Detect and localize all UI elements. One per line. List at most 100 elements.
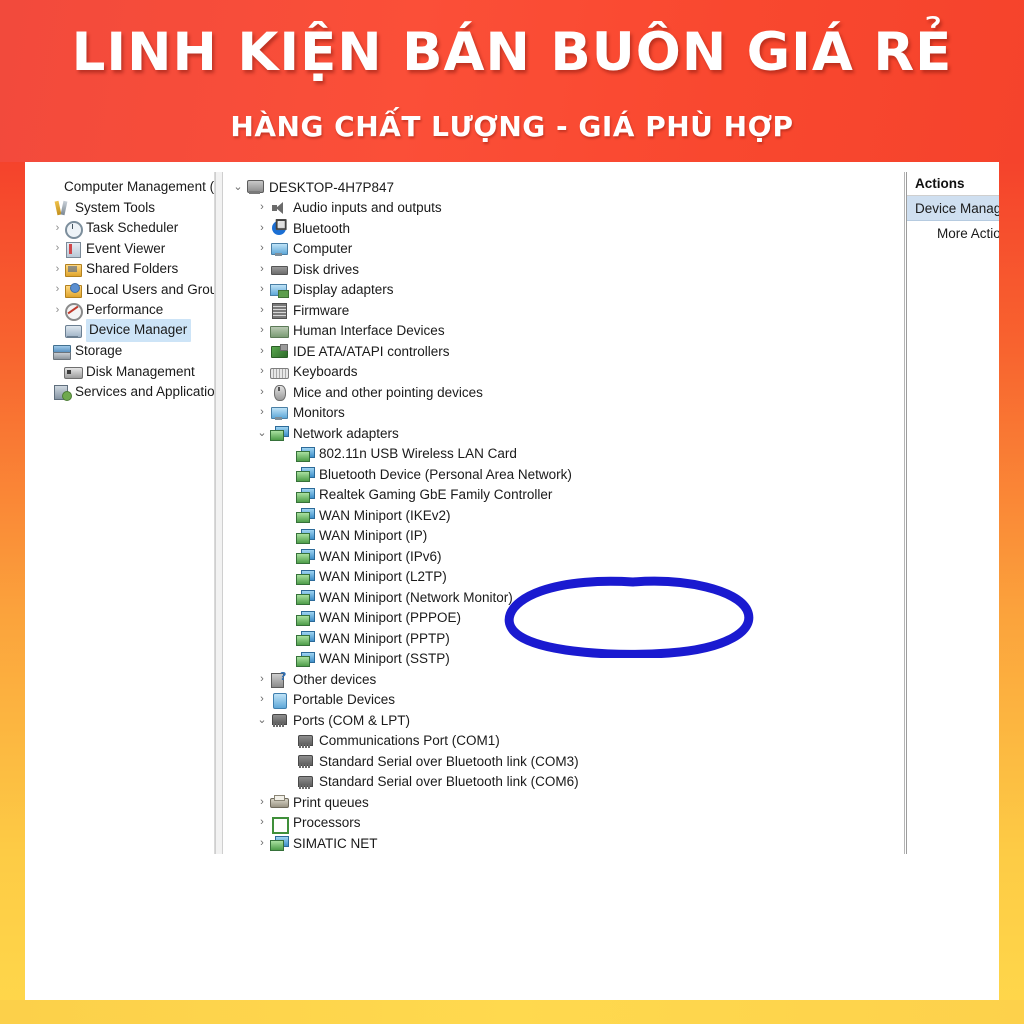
- device-tree-item[interactable]: › Human Interface Devices: [228, 321, 904, 342]
- device-tree-item[interactable]: › Mice and other pointing devices: [228, 382, 904, 403]
- device-tree-item[interactable]: › Print queues: [228, 792, 904, 813]
- frame-bottom-border: [0, 1000, 1024, 1024]
- chevron-right-icon[interactable]: ›: [254, 366, 270, 377]
- chevron-right-icon[interactable]: ›: [254, 817, 270, 828]
- device-tree-item[interactable]: WAN Miniport (SSTP): [228, 649, 904, 670]
- actions-pane: Actions Device Manage More Actio: [906, 172, 999, 854]
- portable-device-icon: [270, 692, 288, 709]
- processor-icon: [270, 815, 289, 834]
- chevron-right-icon[interactable]: ›: [254, 673, 270, 685]
- chevron-right-icon[interactable]: ›: [254, 796, 270, 808]
- actions-item-more-actions[interactable]: More Actio: [907, 221, 999, 246]
- device-tree-item[interactable]: WAN Miniport (IPv6): [228, 546, 904, 567]
- device-tree-item-label: Display adapters: [293, 282, 394, 298]
- page-root: LINH KIỆN BÁN BUÔN GIÁ RẺ HÀNG CHẤT LƯỢN…: [0, 0, 1024, 1024]
- chevron-right-icon[interactable]: ›: [254, 694, 270, 705]
- chevron-right-icon[interactable]: ›: [51, 243, 64, 254]
- device-tree-item[interactable]: WAN Miniport (L2TP): [228, 567, 904, 588]
- console-tree-item-label: Computer Management (Local): [64, 179, 215, 195]
- console-tree-item[interactable]: Disk Management: [27, 362, 214, 383]
- device-tree-item[interactable]: ⌄ Network adapters: [228, 423, 904, 444]
- device-tree-item-label: Communications Port (COM1): [319, 733, 500, 749]
- chevron-down-icon[interactable]: ⌄: [230, 181, 246, 193]
- performance-gauge-icon: [64, 302, 83, 322]
- computer-management-window: Computer Management (Local) System Tools ›…: [25, 172, 999, 854]
- chevron-right-icon[interactable]: ›: [254, 837, 270, 849]
- banner-headline: LINH KIỆN BÁN BUÔN GIÁ RẺ: [71, 22, 953, 83]
- port-icon: [296, 733, 314, 749]
- console-tree-item-label: System Tools: [75, 199, 156, 215]
- device-tree-item[interactable]: › Firmware: [228, 300, 904, 321]
- device-tree-item[interactable]: ⌄ DESKTOP-4H7P847: [228, 177, 904, 198]
- device-tree-item[interactable]: › Audio inputs and outputs: [228, 198, 904, 219]
- chevron-right-icon[interactable]: ›: [254, 202, 270, 213]
- console-tree-item[interactable]: › Local Users and Groups: [27, 280, 214, 301]
- device-tree-item[interactable]: WAN Miniport (IP): [228, 526, 904, 547]
- chevron-right-icon[interactable]: ›: [51, 304, 64, 316]
- network-adapter-icon: [296, 548, 315, 565]
- chevron-down-icon[interactable]: ⌄: [254, 427, 270, 439]
- chevron-right-icon[interactable]: ›: [254, 386, 270, 398]
- device-tree-item[interactable]: Realtek Gaming GbE Family Controller: [228, 485, 904, 506]
- device-tree-item[interactable]: › Computer: [228, 239, 904, 260]
- console-tree-item[interactable]: › Performance: [27, 300, 214, 322]
- chevron-right-icon[interactable]: ›: [254, 407, 270, 418]
- device-tree-item[interactable]: › Other devices: [228, 669, 904, 690]
- network-adapter-icon: [296, 446, 315, 462]
- chevron-right-icon[interactable]: ›: [254, 284, 270, 295]
- console-tree-item[interactable]: Services and Applications: [27, 382, 214, 403]
- console-tree-pane[interactable]: Computer Management (Local) System Tools ›…: [25, 172, 215, 854]
- device-tree-item[interactable]: Standard Serial over Bluetooth link (COM…: [228, 751, 904, 772]
- keyboard-icon: [270, 364, 289, 380]
- device-tree-item[interactable]: › Display adapters: [228, 280, 904, 301]
- device-tree-item[interactable]: Standard Serial over Bluetooth link (COM…: [228, 772, 904, 793]
- console-tree-item[interactable]: Storage: [27, 341, 214, 362]
- chevron-right-icon[interactable]: ›: [254, 345, 270, 357]
- console-tree-item[interactable]: Computer Management (Local): [27, 177, 214, 198]
- chevron-right-icon[interactable]: ›: [51, 263, 64, 275]
- device-tree-item[interactable]: Bluetooth Device (Personal Area Network): [228, 464, 904, 485]
- console-tree-item[interactable]: › Shared Folders: [27, 259, 214, 280]
- actions-item-device-manager[interactable]: Device Manage: [907, 196, 999, 221]
- chevron-right-icon[interactable]: ›: [254, 222, 270, 234]
- device-tree-item-label: Audio inputs and outputs: [293, 200, 442, 216]
- console-tree-item-label: Storage: [75, 343, 123, 359]
- device-tree-item[interactable]: › Monitors: [228, 403, 904, 424]
- console-tree-item[interactable]: System Tools: [27, 198, 214, 219]
- console-tree-item[interactable]: Device Manager: [27, 319, 214, 343]
- console-tree-item-label: Device Manager: [86, 319, 192, 343]
- device-tree-item[interactable]: WAN Miniport (IKEv2): [228, 505, 904, 526]
- device-tree-item[interactable]: › Bluetooth: [228, 218, 904, 239]
- console-tree-item[interactable]: › Task Scheduler: [27, 218, 214, 240]
- chevron-right-icon[interactable]: ›: [254, 325, 270, 336]
- console-tree-item[interactable]: › Event Viewer: [27, 239, 214, 260]
- device-tree-item[interactable]: ⌄ Ports (COM & LPT): [228, 710, 904, 731]
- chevron-right-icon[interactable]: ›: [254, 263, 270, 275]
- device-tree-item[interactable]: WAN Miniport (Network Monitor): [228, 587, 904, 608]
- chevron-right-icon[interactable]: ›: [51, 284, 64, 295]
- network-adapter-icon: [296, 507, 315, 524]
- hid-icon: [270, 323, 289, 339]
- display-adapter-icon: [270, 282, 289, 298]
- device-tree-item[interactable]: › Disk drives: [228, 259, 904, 280]
- device-tree-item[interactable]: WAN Miniport (PPPOE): [228, 608, 904, 629]
- device-tree-pane[interactable]: ⌄ DESKTOP-4H7P847 › Audio inputs and output…: [223, 172, 905, 854]
- printer-icon: [270, 794, 289, 810]
- device-tree-item[interactable]: › Processors: [228, 813, 904, 834]
- console-tree[interactable]: Computer Management (Local) System Tools ›…: [25, 172, 214, 403]
- device-tree-item-label: Other devices: [293, 671, 377, 687]
- device-tree-item[interactable]: WAN Miniport (PPTP): [228, 628, 904, 649]
- chevron-right-icon[interactable]: ›: [51, 222, 64, 234]
- device-tree-item[interactable]: › SIMATIC NET: [228, 833, 904, 854]
- pane-splitter[interactable]: [215, 172, 223, 854]
- device-tree[interactable]: ⌄ DESKTOP-4H7P847 › Audio inputs and output…: [223, 172, 904, 854]
- device-tree-item[interactable]: › Keyboards: [228, 362, 904, 383]
- chevron-right-icon[interactable]: ›: [254, 304, 270, 316]
- chevron-right-icon[interactable]: ›: [254, 243, 270, 254]
- device-tree-item[interactable]: › IDE ATA/ATAPI controllers: [228, 341, 904, 362]
- chevron-down-icon[interactable]: ⌄: [254, 714, 270, 726]
- device-tree-item[interactable]: 802.11n USB Wireless LAN Card: [228, 444, 904, 465]
- device-tree-item[interactable]: › Portable Devices: [228, 690, 904, 711]
- device-tree-item-label: 802.11n USB Wireless LAN Card: [319, 446, 517, 462]
- device-tree-item[interactable]: Communications Port (COM1): [228, 731, 904, 752]
